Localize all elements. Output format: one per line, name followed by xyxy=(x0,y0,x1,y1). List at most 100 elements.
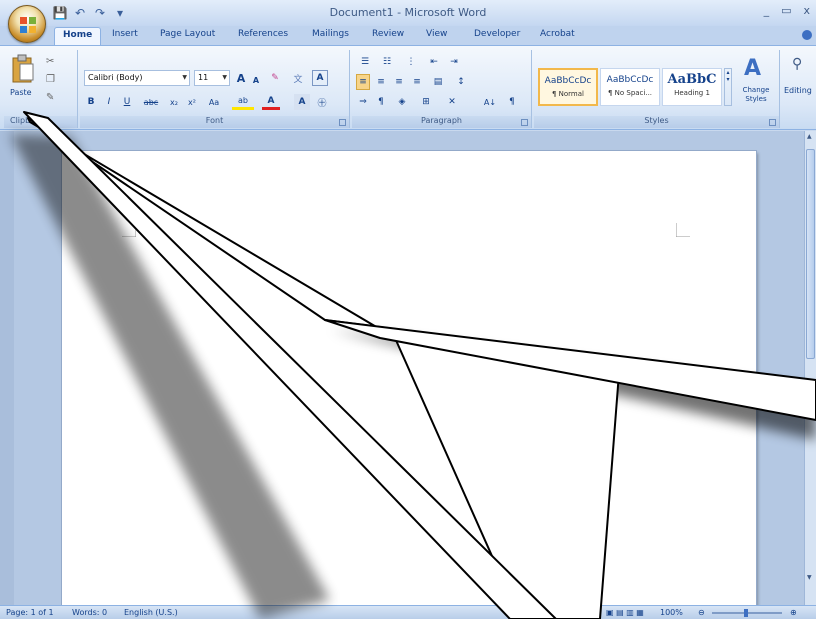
window-controls: _ ▭ x xyxy=(764,4,810,17)
style-name: ¶ Normal xyxy=(551,90,584,98)
tab-review[interactable]: Review xyxy=(372,29,404,39)
styles-group: AaBbCcDc ¶ Normal AaBbCcDc ¶ No Spaci...… xyxy=(534,50,780,128)
zoom-out-icon[interactable]: ⊖ xyxy=(698,608,705,617)
change-styles-button[interactable]: A Change Styles xyxy=(736,56,776,110)
sort-button[interactable]: A↓ xyxy=(482,94,498,110)
zoom-in-icon[interactable]: ⊕ xyxy=(790,608,797,617)
font-name-select[interactable]: Calibri (Body) ▼ xyxy=(84,70,190,86)
grow-font-button[interactable]: A xyxy=(234,70,248,86)
paragraph-group: ☰ ☷ ⋮ ⇤ ⇥ ≡ ≡ ≡ ≡ ▤ ↕ ⇒ ¶ ◈ ⊞ ✕ A↓ ¶ Par… xyxy=(352,50,532,128)
view-buttons[interactable]: ▣ ▤ ▥ ▦ xyxy=(606,608,644,617)
font-size-select[interactable]: 11 ▼ xyxy=(194,70,230,86)
style-normal[interactable]: AaBbCcDc ¶ Normal xyxy=(538,68,598,106)
align-right-icon[interactable]: ≡ xyxy=(392,74,406,90)
style-no-spacing[interactable]: AaBbCcDc ¶ No Spaci... xyxy=(600,68,660,106)
rtl-icon[interactable]: ¶ xyxy=(374,94,388,110)
line-spacing-icon[interactable]: ↕ xyxy=(452,74,470,90)
copy-icon[interactable]: ❐ xyxy=(46,74,55,85)
style-sample: AaBbCcDc xyxy=(606,75,654,85)
ribbon-tabs: Home Insert Page Layout References Maili… xyxy=(0,26,816,47)
decrease-indent-icon[interactable]: ⇤ xyxy=(426,54,442,70)
zoom-slider-thumb[interactable] xyxy=(744,609,748,617)
help-icon[interactable] xyxy=(802,30,812,40)
styles-group-label: Styles xyxy=(534,116,779,128)
style-heading-1[interactable]: AaBbC Heading 1 xyxy=(662,68,722,106)
editing-button[interactable]: ⚲ Editing xyxy=(782,54,816,110)
styles-gallery-scroll[interactable]: ▴ ▾ xyxy=(724,68,732,106)
ribbon: Paste ✂ ❐ ✎ Clipboa... Calibri (Body) ▼ … xyxy=(0,45,816,130)
paste-label: Paste xyxy=(10,88,32,97)
title-bar: 💾 ↶ ↷ ▾ Document1 - Microsoft Word _ ▭ x xyxy=(0,0,816,26)
vertical-scrollbar[interactable]: ▲ ▼ xyxy=(804,131,816,605)
font-color-button[interactable]: A xyxy=(262,94,280,110)
chevron-down-icon: ▼ xyxy=(182,74,187,81)
font-group: Calibri (Body) ▼ 11 ▼ A A ✎ 文 A B I U ab… xyxy=(80,50,350,128)
asian-layout-icon[interactable]: ✕ xyxy=(442,94,462,110)
borders-icon[interactable]: ⊞ xyxy=(416,94,436,110)
tab-home[interactable]: Home xyxy=(54,27,102,47)
style-name: Heading 1 xyxy=(674,89,710,97)
format-painter-icon[interactable]: ✎ xyxy=(46,92,54,103)
font-size-value: 11 xyxy=(198,73,209,82)
highlight-button[interactable]: ab xyxy=(232,94,254,110)
paste-button[interactable]: Paste xyxy=(10,52,36,102)
restore-button[interactable]: ▭ xyxy=(781,4,791,17)
change-case-button[interactable]: Aa xyxy=(204,94,224,110)
shading-icon[interactable]: ◈ xyxy=(392,94,412,110)
tab-view[interactable]: View xyxy=(426,29,447,39)
align-center-icon[interactable]: ≡ xyxy=(374,74,388,90)
align-left-icon[interactable]: ≡ xyxy=(356,74,370,90)
scroll-down-icon[interactable]: ▼ xyxy=(807,574,812,581)
bold-button[interactable]: B xyxy=(84,94,98,110)
character-border-icon[interactable]: A xyxy=(312,70,328,86)
close-button[interactable]: x xyxy=(803,4,810,17)
superscript-button[interactable]: x² xyxy=(184,94,200,110)
styles-dialog-launcher[interactable] xyxy=(769,119,776,126)
language-indicator[interactable]: English (U.S.) xyxy=(124,608,178,617)
margin-corner-top-right xyxy=(676,223,690,237)
office-button[interactable] xyxy=(8,5,46,43)
italic-button[interactable]: I xyxy=(102,94,116,110)
tab-acrobat[interactable]: Acrobat xyxy=(540,29,575,39)
tab-page-layout[interactable]: Page Layout xyxy=(160,29,215,39)
character-shading-icon[interactable]: A xyxy=(294,94,310,110)
clear-formatting-button[interactable]: ✎ xyxy=(268,70,282,86)
word-count[interactable]: Words: 0 xyxy=(72,608,107,617)
tab-references[interactable]: References xyxy=(238,29,288,39)
paragraph-dialog-launcher[interactable] xyxy=(521,119,528,126)
editing-label: Editing xyxy=(784,86,812,95)
subscript-button[interactable]: x₂ xyxy=(166,94,182,110)
page-count[interactable]: Page: 1 of 1 xyxy=(6,608,54,617)
increase-indent-icon[interactable]: ⇥ xyxy=(446,54,462,70)
style-name: ¶ No Spaci... xyxy=(607,89,653,97)
ltr-icon[interactable]: ⇒ xyxy=(356,94,370,110)
shrink-font-button[interactable]: A xyxy=(250,72,262,88)
scroll-up-icon[interactable]: ▲ xyxy=(807,133,812,140)
font-dialog-launcher[interactable] xyxy=(339,119,346,126)
numbering-icon[interactable]: ☷ xyxy=(378,54,396,70)
minimize-button[interactable]: _ xyxy=(764,4,770,17)
enclose-characters-icon[interactable]: ㊉ xyxy=(314,94,330,110)
clipboard-group-label: Clipboa... xyxy=(4,116,77,128)
justify-icon[interactable]: ≡ xyxy=(410,74,424,90)
chevron-down-icon: ▼ xyxy=(222,74,227,81)
tab-developer[interactable]: Developer xyxy=(474,29,520,39)
bullets-icon[interactable]: ☰ xyxy=(356,54,374,70)
document-page[interactable] xyxy=(62,151,756,611)
clipboard-group: Paste ✂ ❐ ✎ Clipboa... xyxy=(4,50,78,128)
zoom-level[interactable]: 100% xyxy=(660,608,683,617)
phonetic-guide-icon[interactable]: 文 xyxy=(290,70,306,86)
underline-button[interactable]: U xyxy=(120,94,134,110)
status-bar: Page: 1 of 1 Words: 0 English (U.S.) ▣ ▤… xyxy=(0,605,816,619)
tab-mailings[interactable]: Mailings xyxy=(312,29,349,39)
binoculars-icon: ⚲ xyxy=(792,56,803,72)
tab-insert[interactable]: Insert xyxy=(112,29,138,39)
show-marks-button[interactable]: ¶ xyxy=(504,94,520,110)
window-title: Document1 - Microsoft Word xyxy=(329,6,487,19)
scroll-thumb[interactable] xyxy=(806,149,815,359)
cut-icon[interactable]: ✂ xyxy=(46,56,54,67)
distributed-icon[interactable]: ▤ xyxy=(430,74,446,90)
strikethrough-button[interactable]: abc xyxy=(140,94,162,110)
office-logo-icon xyxy=(20,17,36,33)
multilevel-list-icon[interactable]: ⋮ xyxy=(402,54,420,70)
